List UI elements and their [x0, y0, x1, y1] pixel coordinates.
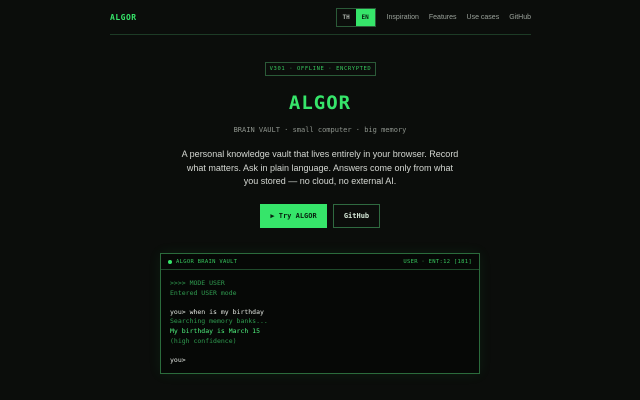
nav-link-features[interactable]: Features — [429, 14, 457, 21]
terminal-title: ALGOR BRAIN VAULT — [176, 258, 238, 265]
try-algor-button[interactable]: ▶ Try ALGOR — [260, 204, 327, 228]
hero-title: ALGOR — [288, 92, 352, 114]
top-navigation-bar: ALGOR TH EN Inspiration Features Use cas… — [110, 0, 531, 35]
brand-logo[interactable]: ALGOR — [110, 13, 137, 22]
nav-link-inspiration[interactable]: Inspiration — [387, 14, 419, 21]
terminal-header: ALGOR BRAIN VAULT USER · ENT:12 [181] — [161, 254, 479, 270]
nav-link-github[interactable]: GitHub — [509, 14, 531, 21]
terminal-line: Entered USER mode — [170, 288, 237, 297]
terminal-line: (high confidence) — [170, 336, 237, 345]
nav-link-use-cases[interactable]: Use cases — [467, 14, 500, 21]
github-button[interactable]: GitHub — [333, 204, 380, 228]
lang-en-button[interactable]: EN — [355, 8, 375, 26]
status-dot-icon — [168, 259, 172, 264]
terminal-status: USER · ENT:12 [181] — [403, 258, 472, 265]
terminal-output: >>>> MODE USER Entered USER mode you> wh… — [161, 270, 479, 365]
page: ALGOR TH EN Inspiration Features Use cas… — [0, 0, 640, 400]
terminal-line: My birthday is March 15 — [170, 326, 261, 335]
lang-th-button[interactable]: TH — [337, 9, 356, 26]
terminal-line: >>>> MODE USER — [170, 279, 225, 287]
main-nav: TH EN Inspiration Features Use cases Git… — [335, 7, 531, 27]
version-badge: V301 · OFFLINE · ENCRYPTED — [265, 62, 376, 76]
terminal-line: Searching memory banks... — [170, 317, 268, 326]
hero-tagline: BRAIN VAULT · small computer · big memor… — [233, 126, 407, 134]
terminal-prompt[interactable]: you> — [170, 356, 470, 366]
hero-description: A personal knowledge vault that lives en… — [181, 149, 459, 186]
language-switcher: TH EN — [335, 7, 376, 27]
terminal-line: you> when is my birthday — [170, 307, 264, 316]
terminal-window[interactable]: ALGOR BRAIN VAULT USER · ENT:12 [181] >>… — [160, 253, 480, 374]
